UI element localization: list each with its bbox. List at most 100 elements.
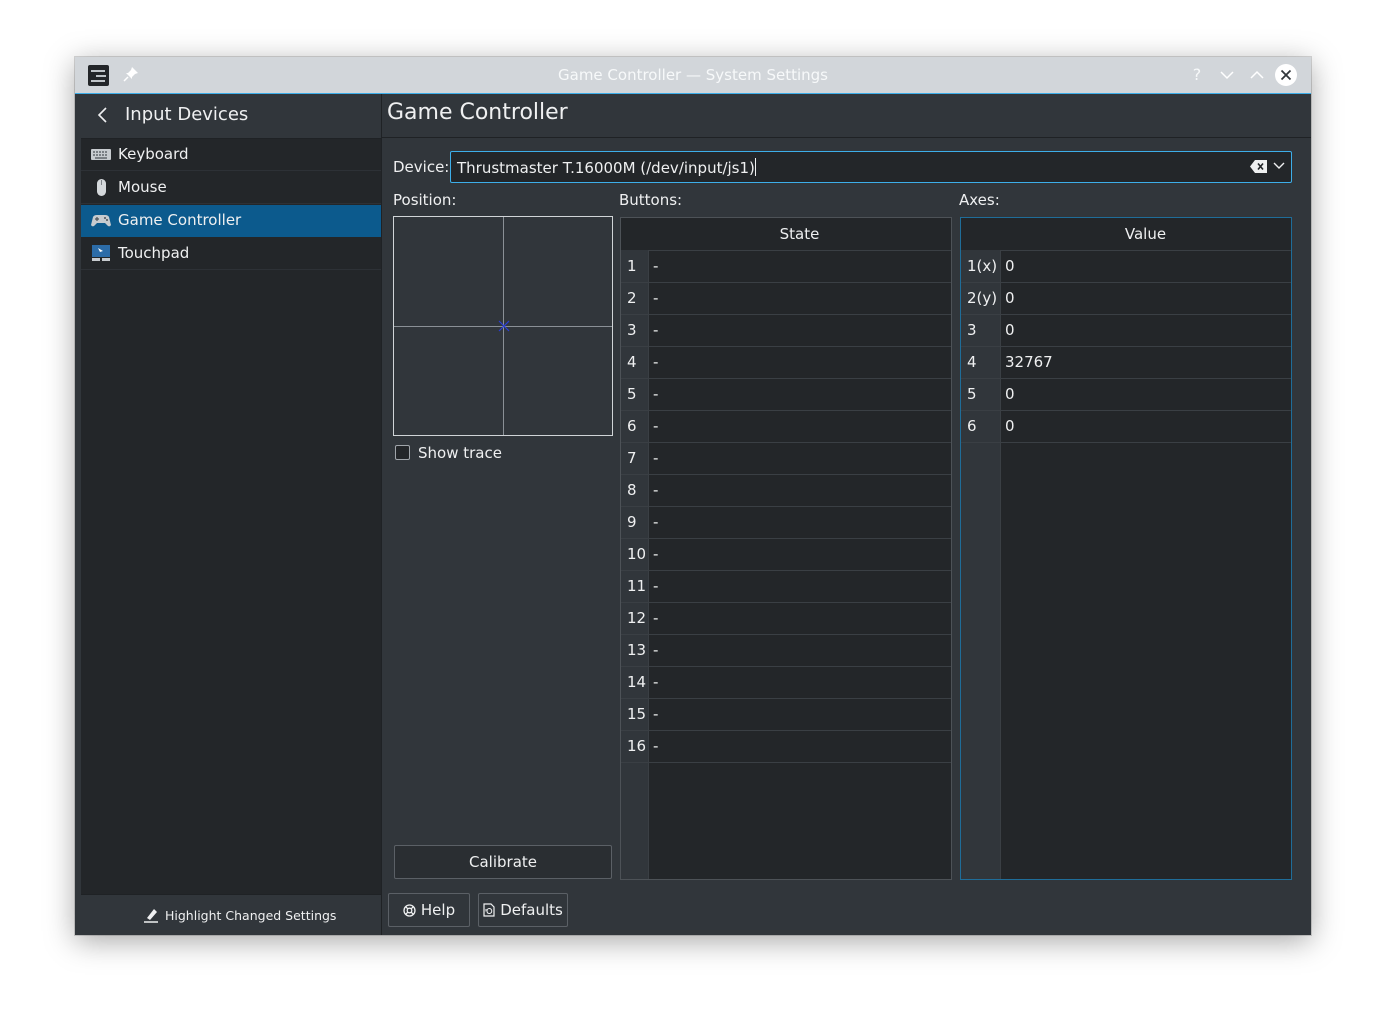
- row-value[interactable]: -: [649, 250, 951, 282]
- highlight-changed-settings-button[interactable]: Highlight Changed Settings: [143, 907, 336, 923]
- back-arrow-icon[interactable]: [95, 106, 111, 124]
- defaults-document-icon: [483, 903, 495, 917]
- row-value[interactable]: -: [649, 698, 951, 730]
- row-value[interactable]: 0: [1001, 282, 1291, 314]
- minimize-icon[interactable]: [1216, 64, 1238, 86]
- axes-value-header[interactable]: Value: [1000, 218, 1291, 251]
- table-row[interactable]: 7-: [621, 442, 951, 475]
- checkbox-box[interactable]: [395, 445, 410, 460]
- sidebar-title[interactable]: Input Devices: [125, 104, 248, 125]
- sidebar-item-game-controller[interactable]: Game Controller: [81, 205, 381, 237]
- row-number: 2: [627, 289, 637, 307]
- row-number: 13: [627, 641, 647, 659]
- row-value[interactable]: -: [649, 570, 951, 602]
- chevron-down-icon[interactable]: [1273, 162, 1285, 170]
- row-value[interactable]: 0: [1001, 378, 1291, 410]
- device-combobox[interactable]: Thrustmaster T.16000M (/dev/input/js1): [450, 151, 1292, 183]
- axes-table[interactable]: Value 1(x) 0 2(y) 0 3 0 4 32767 5 0 6 0: [960, 217, 1292, 880]
- row-number: 6: [967, 417, 977, 435]
- row-number: 12: [627, 609, 647, 627]
- table-row[interactable]: 1-: [621, 250, 951, 283]
- table-row[interactable]: 2(y) 0: [961, 282, 1291, 315]
- sidebar: Input Devices Keyboard Mouse Game Contro…: [81, 94, 381, 935]
- sidebar-footer: Highlight Changed Settings: [81, 894, 381, 935]
- table-row[interactable]: 60: [961, 410, 1291, 443]
- row-value[interactable]: -: [649, 666, 951, 698]
- sidebar-item-label: Mouse: [118, 178, 167, 196]
- row-value[interactable]: 0: [1001, 314, 1291, 346]
- row-value[interactable]: -: [649, 730, 951, 762]
- touchpad-icon: [92, 245, 110, 261]
- buttons-label: Buttons:: [619, 191, 683, 209]
- table-row[interactable]: 4-: [621, 346, 951, 379]
- sidebar-item-label: Keyboard: [118, 145, 189, 163]
- table-row[interactable]: 16-: [621, 730, 951, 763]
- row-number: 15: [627, 705, 647, 723]
- row-value[interactable]: 0: [1001, 410, 1291, 442]
- calibrate-button[interactable]: Calibrate: [394, 845, 612, 879]
- page-title: Game Controller: [387, 100, 568, 125]
- row-value[interactable]: -: [649, 410, 951, 442]
- row-value[interactable]: -: [649, 602, 951, 634]
- show-trace-checkbox[interactable]: Show trace: [395, 444, 502, 462]
- table-row[interactable]: 11-: [621, 570, 951, 603]
- row-number: 1: [627, 257, 637, 275]
- row-number: 10: [627, 545, 647, 563]
- table-row[interactable]: 1(x) 0: [961, 250, 1291, 283]
- table-row[interactable]: 2-: [621, 282, 951, 315]
- row-number: 4: [627, 353, 637, 371]
- close-icon[interactable]: [1275, 64, 1297, 86]
- table-row[interactable]: 10-: [621, 538, 951, 571]
- buttons-state-header[interactable]: State: [648, 218, 951, 251]
- system-settings-window: Game Controller — System Settings ? Inpu…: [75, 57, 1311, 935]
- table-row[interactable]: 8-: [621, 474, 951, 507]
- row-value[interactable]: -: [649, 442, 951, 474]
- help-lifebuoy-icon: [403, 904, 416, 917]
- maximize-icon[interactable]: [1246, 64, 1268, 86]
- table-row[interactable]: 6-: [621, 410, 951, 443]
- position-widget: [393, 216, 613, 436]
- row-value[interactable]: -: [649, 506, 951, 538]
- defaults-button[interactable]: Defaults: [478, 893, 568, 927]
- table-row[interactable]: 50: [961, 378, 1291, 411]
- defaults-label: Defaults: [500, 901, 563, 919]
- sidebar-item-touchpad[interactable]: Touchpad: [81, 238, 381, 270]
- table-row[interactable]: 12-: [621, 602, 951, 635]
- device-input[interactable]: Thrustmaster T.16000M (/dev/input/js1): [457, 158, 756, 177]
- row-value[interactable]: -: [649, 346, 951, 378]
- calibrate-label: Calibrate: [469, 853, 537, 871]
- sidebar-item-keyboard[interactable]: Keyboard: [81, 139, 381, 171]
- sidebar-item-mouse[interactable]: Mouse: [81, 172, 381, 204]
- row-number: 5: [627, 385, 637, 403]
- row-value[interactable]: -: [649, 538, 951, 570]
- sidebar-divider: [381, 94, 382, 935]
- row-value[interactable]: -: [649, 282, 951, 314]
- row-value[interactable]: 0: [1001, 250, 1291, 282]
- row-number: 6: [627, 417, 637, 435]
- gamepad-icon: [91, 215, 111, 227]
- table-row[interactable]: 5-: [621, 378, 951, 411]
- row-value[interactable]: 32767: [1001, 346, 1291, 378]
- sidebar-header: Input Devices: [81, 94, 381, 139]
- row-number: 5: [967, 385, 977, 403]
- position-label: Position:: [393, 191, 457, 209]
- table-row[interactable]: 13-: [621, 634, 951, 667]
- table-row[interactable]: 15-: [621, 698, 951, 731]
- buttons-table[interactable]: State 1-2-3-4-5-6-7-8-9-10-11-12-13-14-1…: [620, 217, 952, 880]
- show-trace-label: Show trace: [418, 444, 502, 462]
- window-title: Game Controller — System Settings: [558, 66, 828, 84]
- table-row[interactable]: 14-: [621, 666, 951, 699]
- title-bar[interactable]: Game Controller — System Settings ?: [75, 57, 1311, 94]
- row-number: 7: [627, 449, 637, 467]
- row-value[interactable]: -: [649, 378, 951, 410]
- help-button[interactable]: Help: [388, 893, 470, 927]
- table-row[interactable]: 3-: [621, 314, 951, 347]
- table-row[interactable]: 9-: [621, 506, 951, 539]
- clear-text-icon[interactable]: [1250, 160, 1267, 173]
- row-value[interactable]: -: [649, 634, 951, 666]
- help-icon[interactable]: ?: [1186, 64, 1208, 86]
- table-row[interactable]: 4 32767: [961, 346, 1291, 379]
- table-row[interactable]: 30: [961, 314, 1291, 347]
- row-value[interactable]: -: [649, 474, 951, 506]
- row-value[interactable]: -: [649, 314, 951, 346]
